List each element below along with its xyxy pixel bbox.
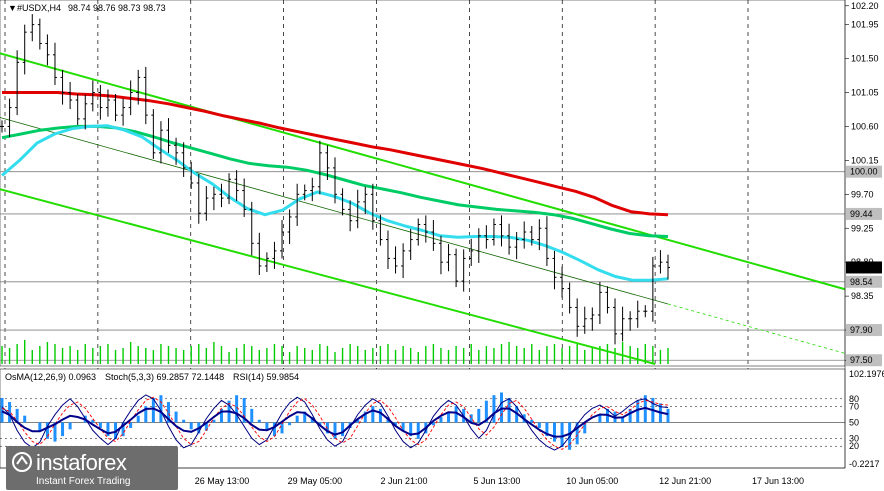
osma-bar <box>477 408 481 423</box>
osma-bar <box>235 395 239 423</box>
price-level-label: 97.90 <box>850 325 873 335</box>
osma-bar <box>250 408 254 423</box>
chart-svg: ▼ #USDX,H4 98.74 98.76 98.73 98.73 OsMA(… <box>0 0 884 491</box>
osma-bar <box>439 417 443 423</box>
price-axis-label: 101.05 <box>851 88 879 98</box>
osma-bar <box>151 397 155 423</box>
time-axis-label: 17 Jun 13:00 <box>752 476 804 486</box>
instaforex-logo-icon <box>12 452 32 472</box>
osma-bar <box>560 422 564 448</box>
time-axis-label: 29 May 05:00 <box>288 476 343 486</box>
time-axis-label: 2 Jun 21:00 <box>381 476 428 486</box>
ohlc-label: 98.74 98.76 98.73 98.73 <box>68 3 166 13</box>
price-axis-label: 100.60 <box>851 121 879 131</box>
osma-bar <box>288 422 292 426</box>
osma-bar <box>500 392 503 423</box>
osma-bar <box>8 402 12 423</box>
osma-bar <box>68 422 72 430</box>
oscillator-top-label: 102.1976 <box>849 369 884 379</box>
oscillator-level-label: 70 <box>849 402 859 412</box>
osma-bar <box>333 422 337 439</box>
time-axis-label: 5 Jun 13:00 <box>473 476 520 486</box>
oscillator-level-label: 50 <box>849 418 859 428</box>
price-axis-label: 101.95 <box>851 20 879 30</box>
osma-bar <box>280 422 284 434</box>
price-level-label: 98.54 <box>850 277 873 287</box>
osma-bar <box>257 419 261 423</box>
time-axis-label: 12 Jun 21:00 <box>659 476 711 486</box>
osma-bar <box>136 415 140 423</box>
osma-bar <box>552 422 556 442</box>
rsi-indicator-label: RSI(14) 59.9854 <box>233 372 299 382</box>
osma-bar <box>61 422 65 437</box>
stoch-indicator-label: Stoch(5,3,3) 69.2857 72.1448 <box>105 372 224 382</box>
oscillator-bottom-label: -0.2217 <box>849 459 880 469</box>
instaforex-logo: instaforex Instant Forex Trading <box>6 446 178 490</box>
osma-bar <box>182 419 186 423</box>
osma-bar <box>371 406 375 423</box>
osma-bar <box>174 411 178 423</box>
time-axis-label: 26 May 13:00 <box>195 476 250 486</box>
osma-bar <box>0 397 4 423</box>
price-axis-label: 98.35 <box>851 291 874 301</box>
osma-bar <box>341 422 345 437</box>
osma-bar <box>38 422 42 431</box>
price-axis-label: 99.70 <box>851 189 874 199</box>
osma-bar <box>23 415 27 423</box>
price-axis-label: 100.15 <box>851 155 879 165</box>
header-arrow-icon[interactable]: ▼ <box>8 3 17 13</box>
price-level-label: 99.44 <box>850 209 873 219</box>
osma-bar <box>666 408 670 423</box>
osma-bar <box>416 422 420 439</box>
osma-bar <box>537 422 541 428</box>
osma-bar <box>189 422 193 430</box>
price-axis-label: 101.50 <box>851 54 879 64</box>
osma-bar <box>530 419 534 423</box>
price-level-label: 100.00 <box>850 167 878 177</box>
time-axis-label: 10 Jun 05:00 <box>566 476 618 486</box>
price-level-label: 97.50 <box>850 355 873 365</box>
logo-tagline: Instant Forex Trading <box>36 476 131 487</box>
osma-bar <box>265 422 269 430</box>
price-axis-label: 99.25 <box>851 223 874 233</box>
oscillator-level-label: 20 <box>849 441 859 451</box>
osma-indicator-label: OsMA(12,26,9) 0.0963 <box>5 372 96 382</box>
price-level-label: 98.73 <box>850 262 873 272</box>
osma-bar <box>492 395 496 423</box>
logo-wordmark: instaforex <box>36 450 127 475</box>
symbol-label: #USDX,H4 <box>17 3 61 13</box>
price-axis-label: 102.20 <box>851 1 879 11</box>
osma-bar <box>378 408 382 423</box>
osma-bar <box>295 415 299 423</box>
